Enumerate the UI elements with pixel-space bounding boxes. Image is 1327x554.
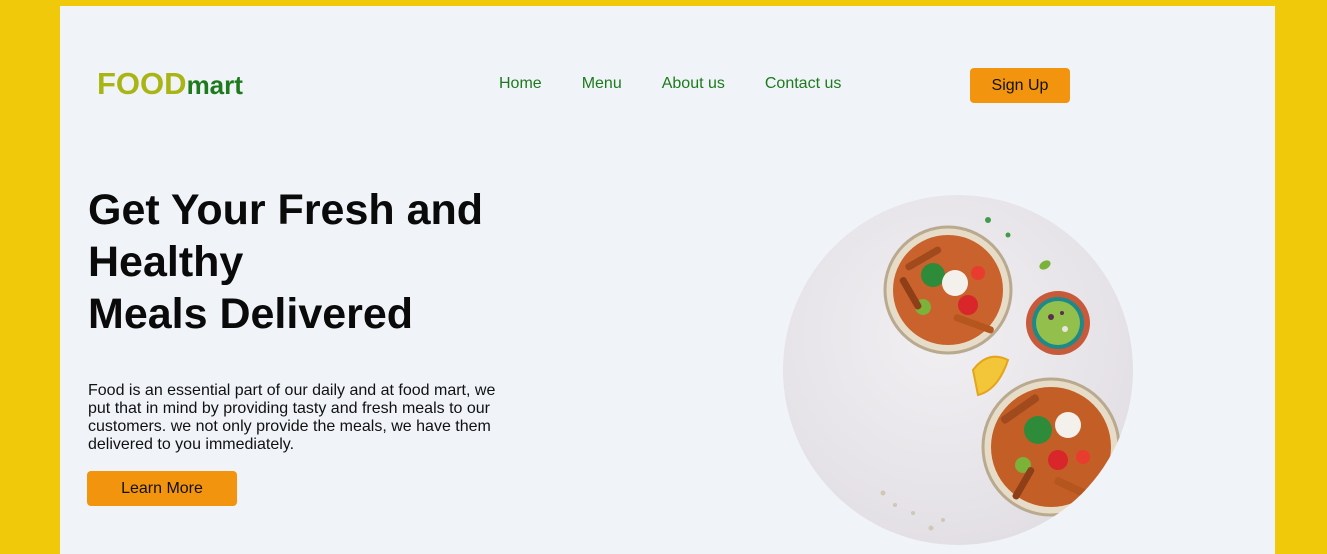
- hero-title-line-3: Meals Delivered: [88, 290, 414, 338]
- logo[interactable]: FOODmart: [97, 66, 243, 102]
- hero-title-line-2: Healthy: [88, 238, 244, 286]
- hero-description: Food is an essential part of our daily a…: [88, 382, 496, 453]
- nav-contact-us[interactable]: Contact us: [765, 75, 841, 93]
- learn-more-button[interactable]: Learn More: [87, 471, 237, 506]
- main-nav: Home Menu About us Contact us: [499, 75, 881, 93]
- guacamole-bowl: [1026, 291, 1090, 355]
- top-bowl: [883, 225, 1013, 355]
- hero-title-line-1: Get Your Fresh and: [88, 186, 484, 234]
- food-illustration: [880, 217, 1121, 531]
- food-bowls-image: [783, 195, 1133, 545]
- sign-up-button[interactable]: Sign Up: [970, 68, 1070, 103]
- logo-part-mart: mart: [186, 70, 243, 100]
- nav-home[interactable]: Home: [499, 75, 542, 93]
- hero-title: Get Your Fresh and Healthy Meals Deliver…: [88, 184, 558, 340]
- nav-about-us[interactable]: About us: [662, 75, 725, 93]
- logo-part-food: FOOD: [97, 66, 187, 101]
- nav-menu[interactable]: Menu: [582, 75, 622, 93]
- bottom-bowl: [981, 377, 1121, 517]
- lemon-wedge: [971, 355, 1010, 397]
- page: FOODmart Home Menu About us Contact us S…: [60, 6, 1275, 554]
